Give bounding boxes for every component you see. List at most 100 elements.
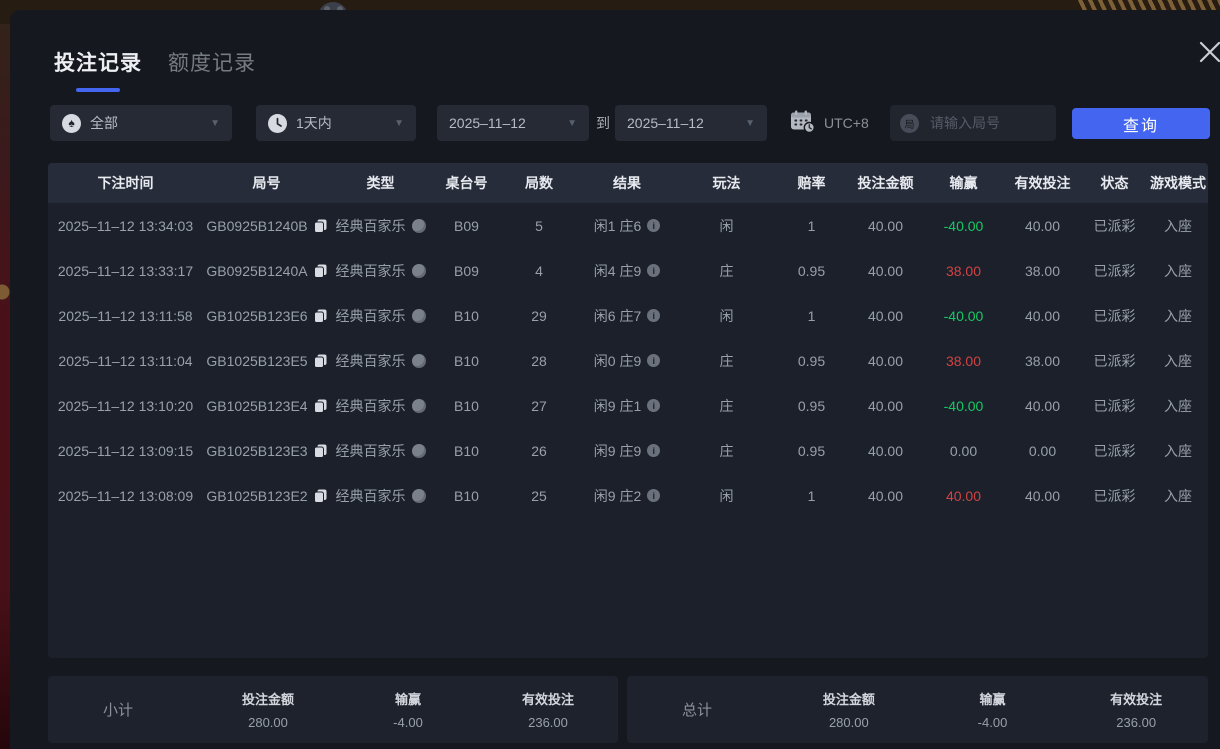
cell-valid-bet: 38.00 <box>1004 353 1081 369</box>
game-type-value: 全部 <box>90 113 118 133</box>
close-icon[interactable] <box>1194 36 1220 68</box>
cell-play-type: 庄 <box>678 351 775 371</box>
cell-bet-time: 2025–11–12 13:09:15 <box>48 443 203 459</box>
date-from-picker[interactable]: 2025–11–12 ▼ <box>437 105 589 141</box>
cell-round-count: 4 <box>502 263 576 279</box>
cell-bet-amount: 40.00 <box>848 353 923 369</box>
table-row: 2025–11–12 13:08:09 GB1025B123E2 经典百家乐 B… <box>48 473 1208 518</box>
cell-game-mode: 入座 <box>1148 216 1208 236</box>
background-left-strip <box>0 24 10 749</box>
copy-icon[interactable] <box>314 354 327 368</box>
cell-win-loss: 38.00 <box>923 353 1004 369</box>
info-icon[interactable] <box>647 264 660 277</box>
game-type-badge-icon <box>412 354 426 368</box>
copy-icon[interactable] <box>314 219 327 233</box>
column-header: 桌台号 <box>431 173 502 193</box>
clock-icon <box>268 114 287 133</box>
copy-icon[interactable] <box>314 264 327 278</box>
query-button[interactable]: 查询 <box>1072 108 1210 139</box>
total-win-loss: 输赢 -4.00 <box>921 689 1065 730</box>
cell-win-loss: 0.00 <box>923 443 1004 459</box>
table-row: 2025–11–12 13:10:20 GB1025B123E4 经典百家乐 B… <box>48 383 1208 428</box>
cell-game-mode: 入座 <box>1148 306 1208 326</box>
tab-quota-records[interactable]: 额度记录 <box>168 47 256 92</box>
cell-status: 已派彩 <box>1081 396 1148 416</box>
cell-win-loss: -40.00 <box>923 398 1004 414</box>
cell-bet-time: 2025–11–12 13:33:17 <box>48 263 203 279</box>
table-row: 2025–11–12 13:34:03 GB0925B1240B 经典百家乐 B… <box>48 203 1208 248</box>
cell-game-type: 经典百家乐 <box>330 486 431 506</box>
cell-valid-bet: 40.00 <box>1004 488 1081 504</box>
subtotal-label: 小计 <box>48 699 198 720</box>
round-search-field: 局 <box>890 105 1056 141</box>
info-icon[interactable] <box>647 219 660 232</box>
cell-play-type: 庄 <box>678 261 775 281</box>
column-header: 类型 <box>330 173 431 193</box>
round-number-icon: 局 <box>900 114 919 133</box>
cell-status: 已派彩 <box>1081 441 1148 461</box>
copy-icon[interactable] <box>314 444 327 458</box>
subtotal-bet-amount: 投注金额 280.00 <box>198 689 338 730</box>
time-range-select[interactable]: 1天内 ▼ <box>256 105 416 141</box>
info-icon[interactable] <box>647 489 660 502</box>
cell-round-count: 28 <box>502 353 576 369</box>
cell-game-id: GB1025B123E4 <box>203 398 330 414</box>
column-header: 游戏模式 <box>1148 173 1208 193</box>
cell-bet-amount: 40.00 <box>848 218 923 234</box>
cell-status: 已派彩 <box>1081 306 1148 326</box>
info-icon[interactable] <box>647 354 660 367</box>
cell-odds: 1 <box>775 488 848 504</box>
game-type-badge-icon <box>412 309 426 323</box>
copy-icon[interactable] <box>314 309 327 323</box>
copy-icon[interactable] <box>314 489 327 503</box>
table-row: 2025–11–12 13:33:17 GB0925B1240A 经典百家乐 B… <box>48 248 1208 293</box>
cell-odds: 0.95 <box>775 398 848 414</box>
cell-valid-bet: 40.00 <box>1004 398 1081 414</box>
cell-table-no: B10 <box>431 398 502 414</box>
cell-play-type: 闲 <box>678 306 775 326</box>
cell-odds: 1 <box>775 218 848 234</box>
cell-play-type: 庄 <box>678 396 775 416</box>
cell-game-mode: 入座 <box>1148 486 1208 506</box>
cell-bet-time: 2025–11–12 13:08:09 <box>48 488 203 504</box>
subtotal-valid-bets: 有效投注 236.00 <box>478 689 618 730</box>
cell-valid-bet: 40.00 <box>1004 218 1081 234</box>
cell-valid-bet: 40.00 <box>1004 308 1081 324</box>
calendar-clock-icon <box>790 110 815 136</box>
cell-result: 闲1 庄6 <box>576 216 678 236</box>
game-type-badge-icon <box>412 399 426 413</box>
tab-betting-records[interactable]: 投注记录 <box>54 47 142 92</box>
subtotal-win-loss: 输赢 -4.00 <box>338 689 478 730</box>
column-header: 局数 <box>502 173 576 193</box>
game-type-badge-icon <box>412 489 426 503</box>
cell-game-mode: 入座 <box>1148 351 1208 371</box>
round-search-input[interactable] <box>928 114 1042 132</box>
copy-icon[interactable] <box>314 399 327 413</box>
cell-table-no: B10 <box>431 488 502 504</box>
cell-status: 已派彩 <box>1081 261 1148 281</box>
cell-game-type: 经典百家乐 <box>330 261 431 281</box>
cell-result: 闲0 庄9 <box>576 351 678 371</box>
timezone-value: UTC+8 <box>824 115 869 131</box>
cell-bet-time: 2025–11–12 13:11:04 <box>48 353 203 369</box>
info-icon[interactable] <box>647 309 660 322</box>
cell-odds: 1 <box>775 308 848 324</box>
cell-odds: 0.95 <box>775 443 848 459</box>
tab-label: 投注记录 <box>54 52 142 75</box>
column-header: 赔率 <box>775 173 848 193</box>
info-icon[interactable] <box>647 399 660 412</box>
chevron-down-icon: ▼ <box>394 118 404 129</box>
cell-table-no: B09 <box>431 263 502 279</box>
active-tab-underline <box>76 88 120 92</box>
info-icon[interactable] <box>647 444 660 457</box>
cell-bet-amount: 40.00 <box>848 263 923 279</box>
table-body: 2025–11–12 13:34:03 GB0925B1240B 经典百家乐 B… <box>48 203 1208 518</box>
game-type-select[interactable]: 全部 ▼ <box>50 105 232 141</box>
cell-valid-bet: 0.00 <box>1004 443 1081 459</box>
cell-game-type: 经典百家乐 <box>330 216 431 236</box>
cell-win-loss: -40.00 <box>923 308 1004 324</box>
cell-game-mode: 入座 <box>1148 441 1208 461</box>
background-gold-decor <box>0 276 10 310</box>
cell-bet-amount: 40.00 <box>848 488 923 504</box>
date-to-picker[interactable]: 2025–11–12 ▼ <box>615 105 767 141</box>
